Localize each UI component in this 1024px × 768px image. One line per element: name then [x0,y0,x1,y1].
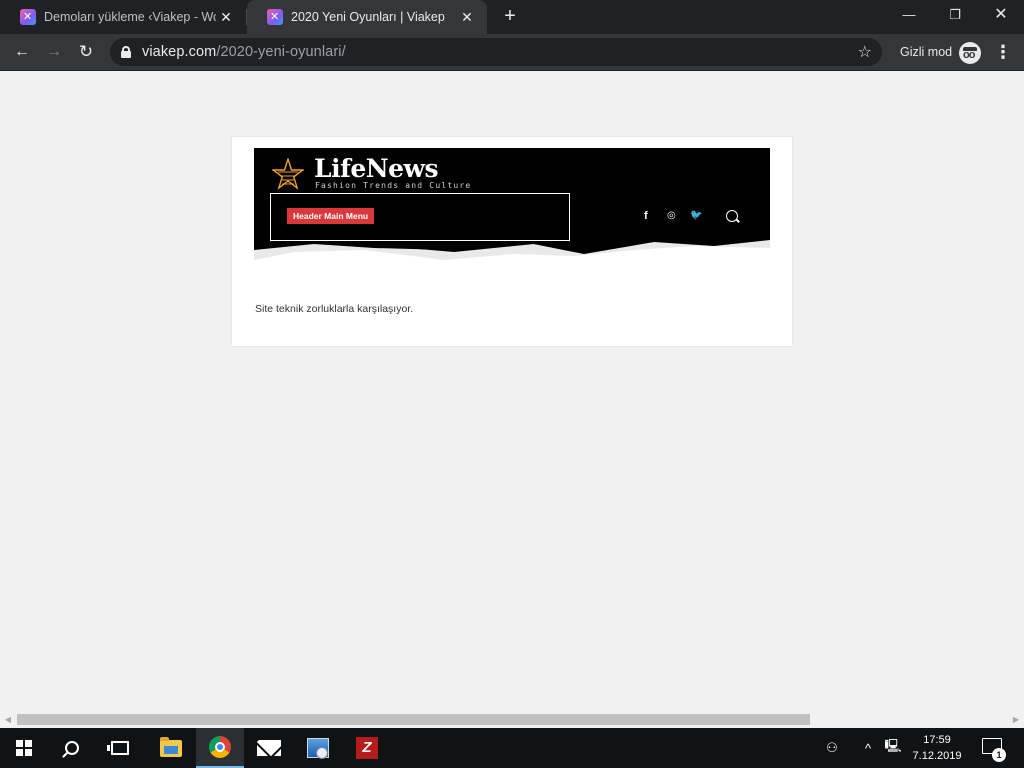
reload-icon[interactable]: ↻ [74,40,98,64]
url-path: /2020-yeni-oyunlari/ [216,44,346,60]
tab-demolar[interactable]: Demoları yükleme ‹Viakep - WordPress ✕ [0,0,246,34]
new-tab-plus-icon[interactable]: + [498,4,522,28]
bookmark-star-icon[interactable]: ☆ [858,42,872,62]
browser-menu-dots-icon[interactable]: ⋮ [994,40,1012,64]
clock-date: 7.12.2019 [912,750,962,762]
error-card: LifeNews Fashion Trends and Culture Head… [232,137,792,346]
folder-icon [160,736,182,757]
mail-icon [257,740,281,756]
filezilla-button[interactable]: Z [343,728,391,768]
back-arrow-icon[interactable]: ← [10,40,34,64]
browser-tab-bar: Demoları yükleme ‹Viakep - WordPress ✕ 2… [0,0,1024,34]
close-tab-icon[interactable]: ✕ [457,9,477,26]
restore-icon[interactable]: ❐ [932,0,978,30]
browser-toolbar: ← → ↻ viakep.com/2020-yeni-oyunlari/ ☆ G… [0,34,1024,71]
tab-title: Demoları yükleme ‹Viakep - WordPress [44,10,216,24]
incognito-icon[interactable] [959,42,981,64]
search-button[interactable] [48,728,96,768]
windows-taskbar: Z ⚇ ^ 🖳 17:59 7.12.2019 1 [0,728,1024,768]
start-button[interactable] [0,728,48,768]
network-icon[interactable]: 🖳 [882,728,904,768]
twitter-icon[interactable]: 🐦 [690,210,702,221]
header-main-menu-button[interactable]: Header Main Menu [287,208,375,224]
search-icon[interactable] [726,210,738,222]
error-message: Site teknik zorluklarla karşılaşıyor. [255,303,414,315]
scrollbar-thumb[interactable] [17,714,810,725]
logo-star-icon [272,158,304,190]
forward-arrow-icon[interactable]: → [42,40,66,64]
site-header-preview: LifeNews Fashion Trends and Culture Head… [254,148,770,268]
chrome-taskbar-button[interactable] [196,728,244,768]
header-wave-decoration [254,238,770,268]
url-domain: viakep.com [142,44,217,60]
scroll-right-icon[interactable]: ▶ [1008,711,1024,728]
horizontal-scrollbar[interactable]: ◀ ▶ [0,711,1024,728]
tab-2020-yeni-oyunlari[interactable]: 2020 Yeni Oyunları | Viakep ✕ [247,0,487,34]
viakep-favicon-icon [20,9,36,25]
facebook-icon[interactable]: f [644,210,648,222]
tab-title: 2020 Yeni Oyunları | Viakep [291,10,445,24]
windows-logo-icon [16,740,32,756]
search-icon [65,741,79,755]
lock-icon[interactable] [121,46,131,58]
remote-desktop-icon [307,738,329,759]
show-hidden-icons-chevron-icon[interactable]: ^ [858,728,878,768]
filezilla-icon: Z [356,737,378,759]
mail-taskbar-button[interactable] [245,728,293,768]
task-view-icon [107,741,129,755]
close-window-icon[interactable]: ✕ [978,0,1024,30]
instagram-icon[interactable]: ◎ [667,210,676,221]
logo-title[interactable]: LifeNews [314,154,439,183]
taskbar-clock[interactable]: 17:59 7.12.2019 [905,732,969,764]
page-viewport: LifeNews Fashion Trends and Culture Head… [0,71,1024,711]
header-menu-box: Header Main Menu [270,193,570,241]
people-icon[interactable]: ⚇ [820,728,844,768]
task-view-button[interactable] [96,728,144,768]
clock-time: 17:59 [923,734,951,746]
viakep-favicon-icon [267,9,283,25]
chrome-icon [209,736,231,758]
address-url[interactable]: viakep.com/2020-yeni-oyunlari/ [142,44,346,60]
minimize-icon[interactable]: — [886,0,932,30]
file-explorer-button[interactable] [147,728,195,768]
close-tab-icon[interactable]: ✕ [216,9,236,26]
notification-count-badge: 1 [992,748,1006,762]
logo-subtitle: Fashion Trends and Culture [315,181,472,190]
scroll-left-icon[interactable]: ◀ [0,711,16,728]
incognito-label[interactable]: Gizli mod [900,45,952,59]
remote-desktop-button[interactable] [294,728,342,768]
address-bar[interactable]: viakep.com/2020-yeni-oyunlari/ ☆ [110,38,882,66]
